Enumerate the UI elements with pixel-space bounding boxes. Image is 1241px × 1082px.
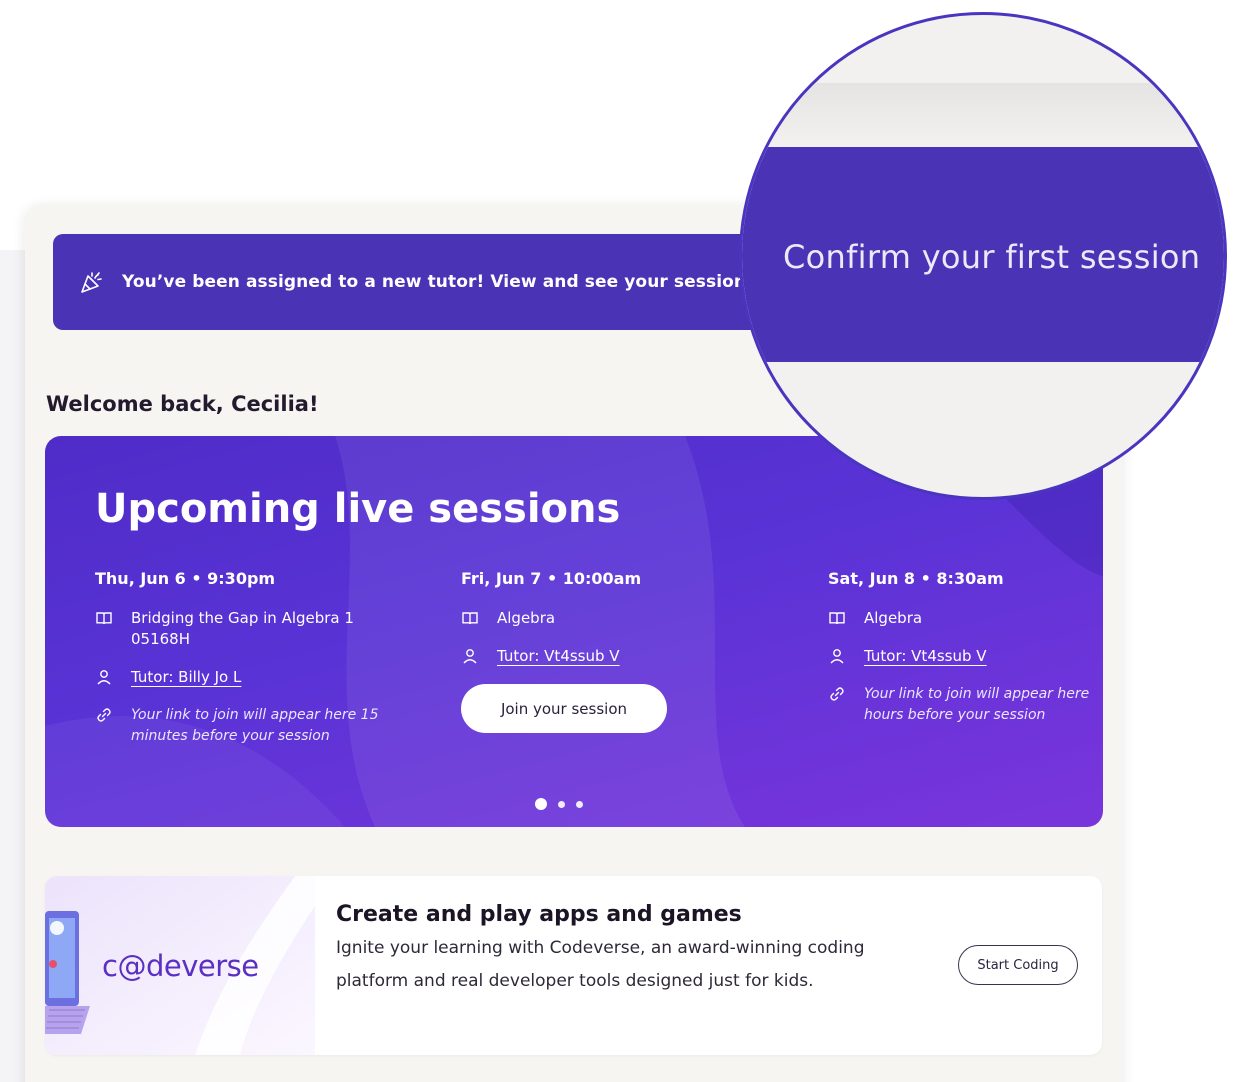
tutor-link[interactable]: Tutor: Billy Jo L bbox=[131, 667, 241, 688]
join-link-note: Your link to join will appear here hours… bbox=[864, 686, 1090, 723]
start-coding-button[interactable]: Start Coding bbox=[958, 945, 1078, 985]
person-icon bbox=[463, 649, 477, 664]
book-icon bbox=[829, 612, 845, 625]
codeverse-promo-card: c@deverse Create and play apps and games… bbox=[45, 876, 1102, 1055]
promo-description: Ignite your learning with Codeverse, an … bbox=[336, 938, 865, 991]
carousel-dot-2[interactable] bbox=[558, 800, 565, 808]
person-icon bbox=[97, 670, 111, 685]
book-icon bbox=[96, 612, 112, 625]
magnifier-callout: Confirm your first session bbox=[739, 12, 1227, 500]
codeverse-logo: c@deverse bbox=[102, 949, 259, 983]
session-date: Thu, Jun 6 • 9:30pm bbox=[95, 569, 276, 588]
carousel-dot-1[interactable] bbox=[535, 798, 547, 810]
carousel-dot-3[interactable] bbox=[576, 800, 583, 808]
tutor-link[interactable]: Tutor: Vt4ssub V bbox=[497, 646, 620, 667]
session-date: Fri, Jun 7 • 10:00am bbox=[461, 569, 642, 588]
session-course: Bridging the Gap in Algebra 1 05168H bbox=[131, 609, 354, 648]
session-course: Algebra bbox=[497, 609, 556, 627]
confirm-first-session-link[interactable]: Confirm your first session bbox=[783, 238, 1200, 276]
session-date: Sat, Jun 8 • 8:30am bbox=[828, 569, 1004, 588]
tutor-link[interactable]: Tutor: Vt4ssub V bbox=[864, 646, 987, 667]
session-course: Algebra bbox=[864, 609, 923, 627]
book-icon bbox=[462, 612, 478, 625]
join-link-note: Your link to join will appear here 15 mi… bbox=[131, 707, 379, 744]
carousel-dots bbox=[535, 798, 594, 810]
sessions-title: Upcoming live sessions bbox=[95, 486, 621, 532]
link-icon bbox=[830, 687, 844, 701]
session-card-1: Thu, Jun 6 • 9:30pm Bridging the Gap in … bbox=[95, 569, 415, 764]
session-card-2: Fri, Jun 7 • 10:00am Algebra Tutor: Vt4s… bbox=[461, 569, 781, 733]
join-session-button[interactable]: Join your session bbox=[461, 684, 667, 733]
promo-title: Create and play apps and games bbox=[336, 902, 742, 927]
session-card-3: Sat, Jun 8 • 8:30am Algebra Tutor: Vt4ss… bbox=[828, 569, 1103, 743]
banner-text: You’ve been assigned to a new tutor! Vie… bbox=[122, 272, 747, 292]
welcome-heading: Welcome back, Cecilia! bbox=[46, 392, 319, 416]
party-popper-icon bbox=[81, 272, 102, 293]
link-icon bbox=[97, 708, 111, 722]
person-icon bbox=[830, 649, 844, 664]
